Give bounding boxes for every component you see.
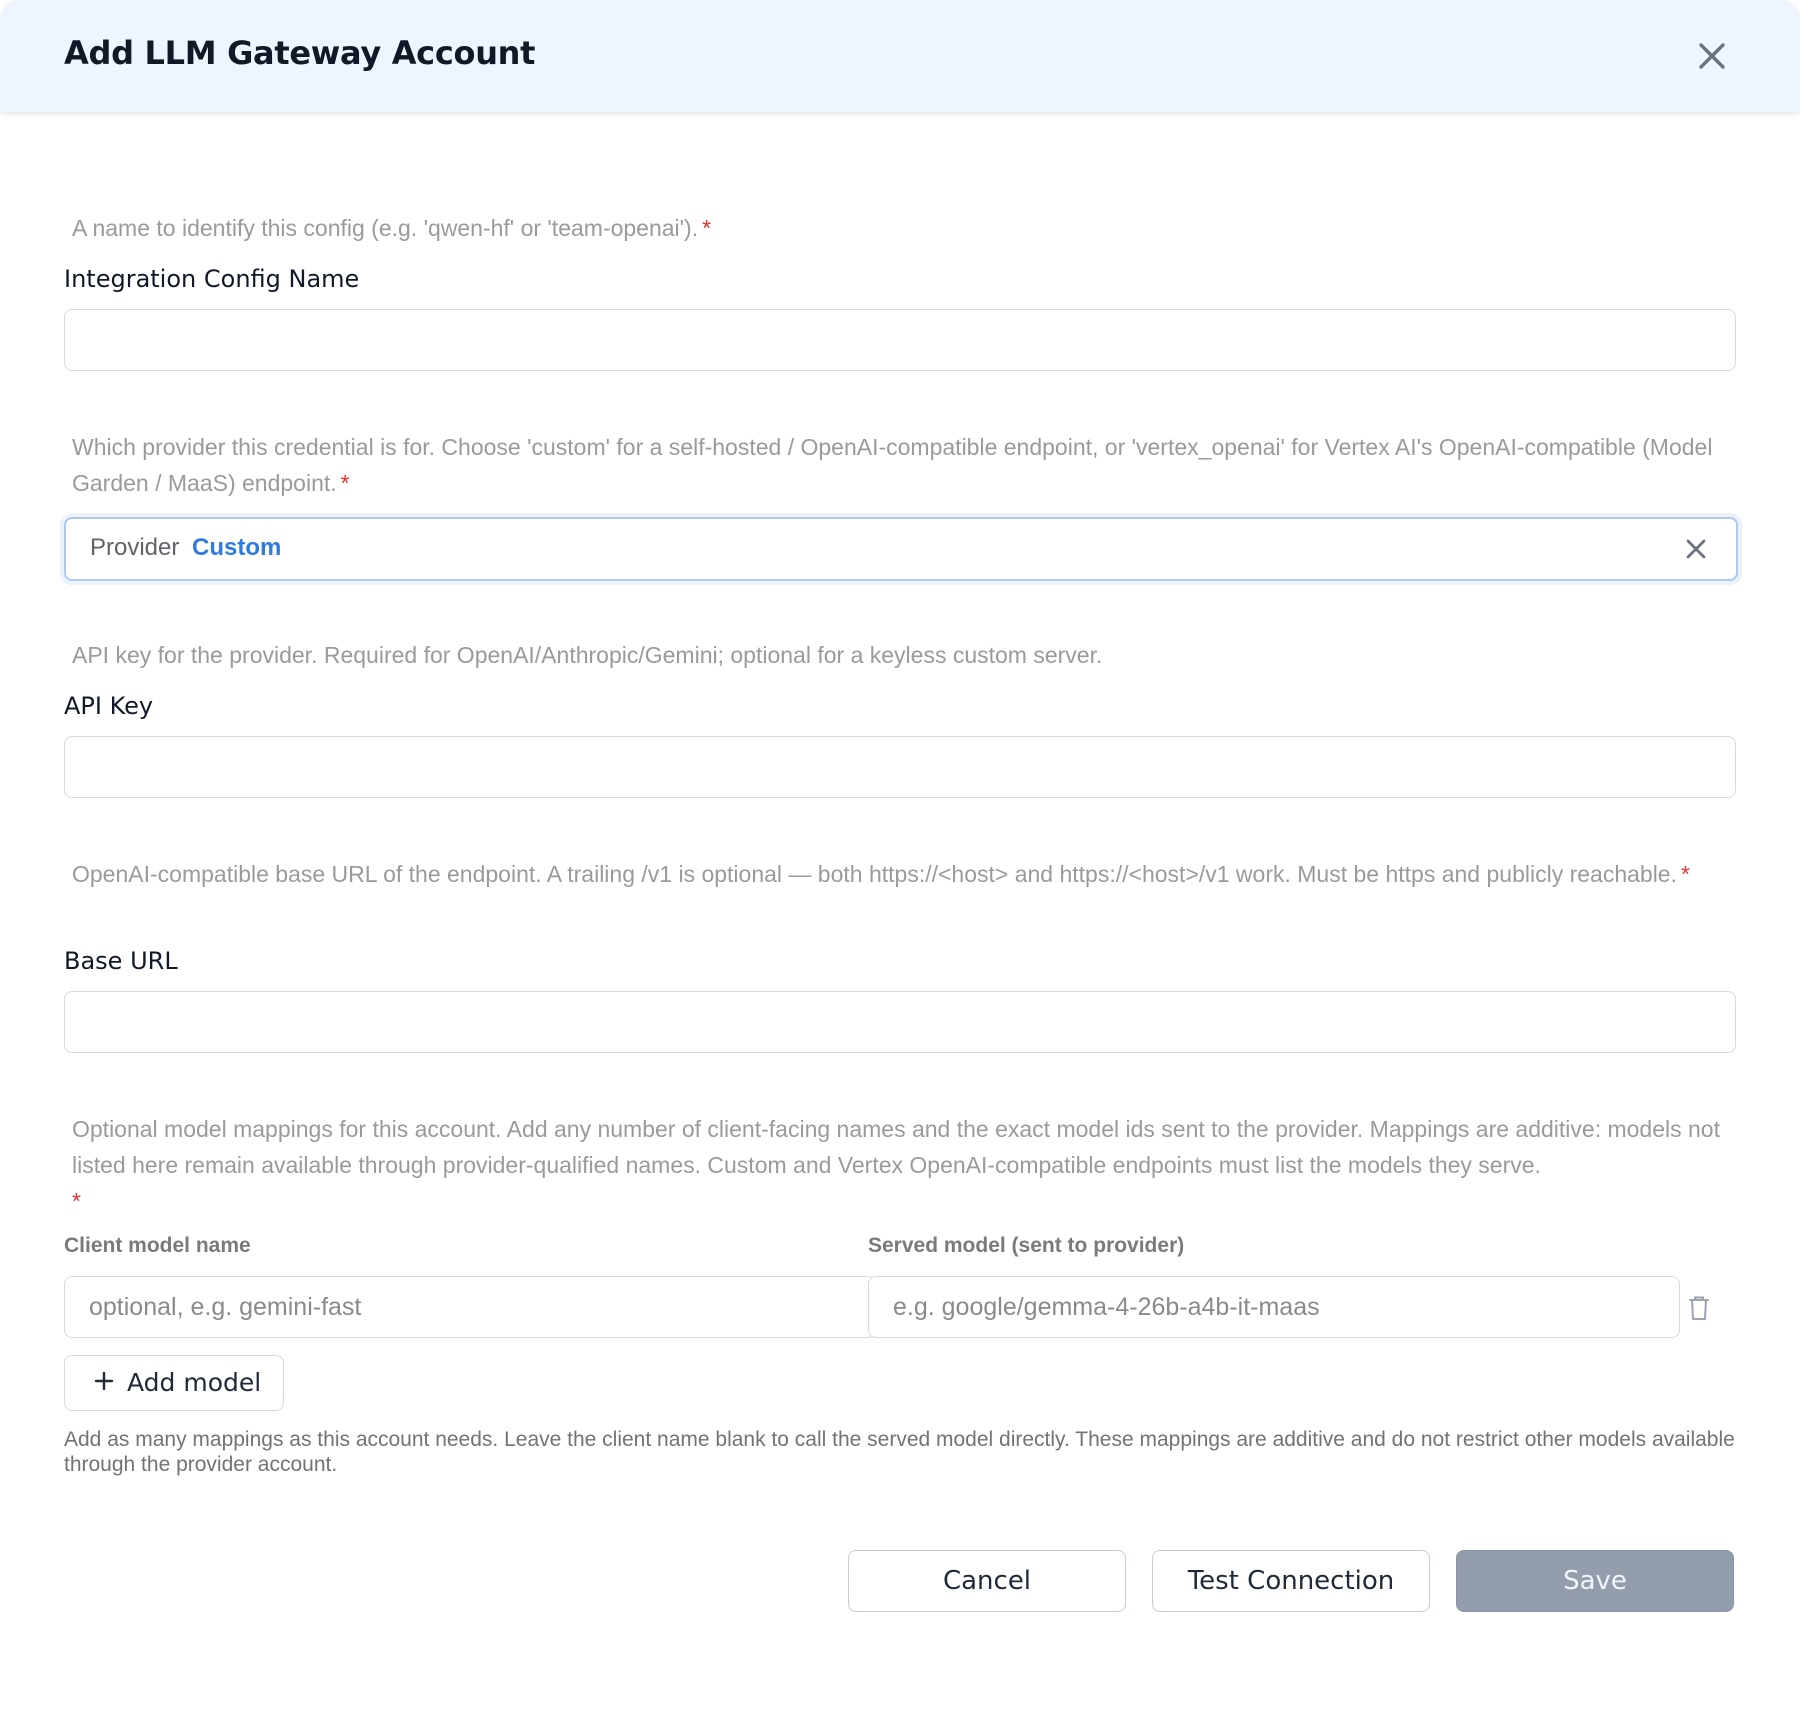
required-mark: * bbox=[1681, 861, 1690, 887]
config-name-label: Integration Config Name bbox=[64, 265, 360, 293]
client-model-name-label: Client model name bbox=[64, 1234, 251, 1257]
clear-icon[interactable] bbox=[1682, 535, 1710, 563]
mappings-helper-text: Add as many mappings as this account nee… bbox=[64, 1428, 1735, 1476]
base-url-input[interactable] bbox=[64, 991, 1736, 1053]
config-name-input[interactable] bbox=[64, 309, 1736, 371]
test-connection-button[interactable]: Test Connection bbox=[1152, 1550, 1430, 1612]
delete-mapping-icon[interactable] bbox=[1686, 1294, 1712, 1322]
api-key-input[interactable] bbox=[64, 736, 1736, 798]
dialog-title: Add LLM Gateway Account bbox=[64, 34, 536, 72]
required-mark: * bbox=[340, 470, 350, 496]
model-mappings-description: Optional model mappings for this account… bbox=[72, 1116, 1720, 1214]
base-url-label: Base URL bbox=[64, 947, 178, 975]
provider-select[interactable]: Provider Custom bbox=[64, 517, 1738, 581]
served-model-label: Served model (sent to provider) bbox=[868, 1234, 1185, 1257]
add-model-button[interactable]: Add model bbox=[64, 1355, 284, 1411]
config-name-description: A name to identify this config (e.g. 'qw… bbox=[72, 215, 712, 241]
required-mark: * bbox=[72, 1188, 81, 1214]
required-mark: * bbox=[702, 215, 712, 241]
base-url-description: OpenAI-compatible base URL of the endpoi… bbox=[72, 861, 1690, 887]
client-model-name-input[interactable] bbox=[64, 1276, 876, 1338]
api-key-description: API key for the provider. Required for O… bbox=[72, 642, 1103, 668]
api-key-label: API Key bbox=[64, 692, 154, 720]
served-model-input[interactable] bbox=[868, 1276, 1680, 1338]
provider-description: Which provider this credential is for. C… bbox=[72, 434, 1713, 496]
cancel-button[interactable]: Cancel bbox=[848, 1550, 1126, 1612]
close-icon[interactable] bbox=[1688, 32, 1736, 80]
add-model-label: Add model bbox=[127, 1368, 262, 1397]
provider-select-label: Provider bbox=[90, 534, 180, 561]
plus-icon bbox=[93, 1370, 115, 1392]
dialog-header: Add LLM Gateway Account bbox=[0, 0, 1800, 112]
save-button[interactable]: Save bbox=[1456, 1550, 1734, 1612]
provider-select-value: Custom bbox=[192, 534, 282, 561]
add-account-dialog: Add LLM Gateway Account A name to identi… bbox=[0, 0, 1800, 1728]
